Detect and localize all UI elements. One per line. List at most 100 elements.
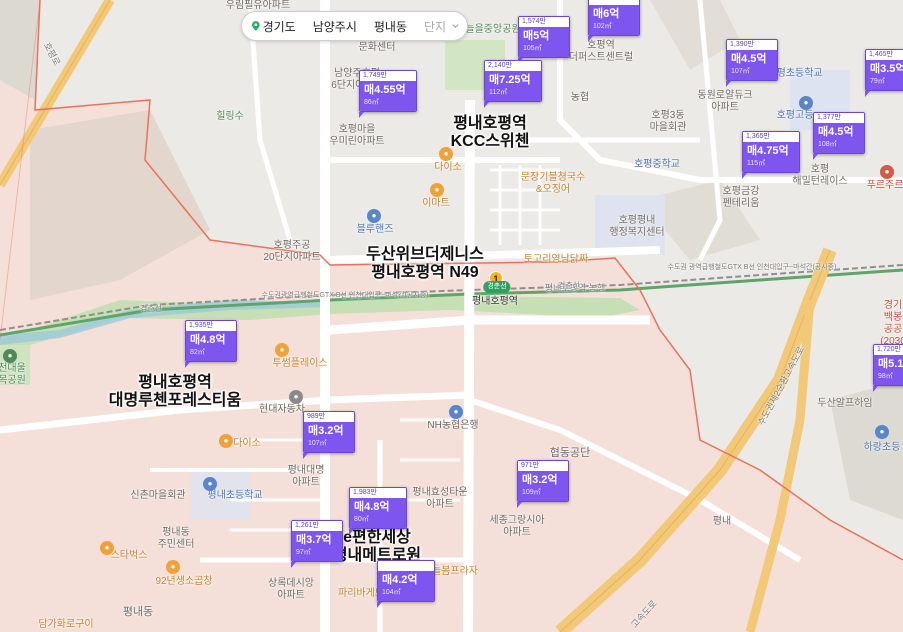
listing-area: 97㎡ <box>296 549 311 556</box>
place-label: 호평평내 행정복지센터 <box>609 215 665 238</box>
chevron-down-icon[interactable] <box>452 22 459 30</box>
listing-marker[interactable]: 2,140만 매7.25억 112㎡ <box>484 60 542 108</box>
place-label: 호평중학교 <box>634 159 680 170</box>
place-label: 92년생소곱창 <box>155 576 213 587</box>
complex-select[interactable]: 단지 <box>424 18 446 35</box>
place-label: 호평 해밀턴레이스 <box>792 164 848 187</box>
listing-area: 80㎡ <box>354 516 369 523</box>
place-label: 이마트 <box>422 198 450 209</box>
place-label: 하랑초등 <box>863 442 901 453</box>
car-dealer-icon[interactable]: ● <box>289 390 303 404</box>
car-service-icon[interactable]: ● <box>367 209 381 223</box>
listing-price: 매3.5억 <box>870 63 903 75</box>
shopping-icon[interactable]: ● <box>219 434 233 448</box>
listing-price: 매5.1 <box>878 358 903 370</box>
place-label: 농협 <box>570 92 590 103</box>
place-label: 평내초등학교 <box>207 490 263 501</box>
place-label: 투썸플레이스 <box>272 358 328 369</box>
listing-area: 105㎡ <box>523 45 542 52</box>
place-label: 경기 백봉 공공 (2030 <box>880 300 903 347</box>
place-label: 늘을중앙공원 <box>465 24 521 35</box>
listing-price: 매4.75억 <box>747 145 789 157</box>
place-label: 상록데시앙 아파트 <box>268 578 314 601</box>
place-label: 세종그랑시아 아파트 <box>489 515 545 538</box>
listing-price: 매4.5억 <box>818 126 854 138</box>
place-label: 현대자동차 <box>259 404 305 415</box>
listing-marker[interactable]: 1,390만 매4.5억 107㎡ <box>726 39 778 87</box>
place-label: 평내동 주민센터 <box>157 527 195 550</box>
listing-marker[interactable]: 1,365만 매4.75억 115㎡ <box>742 131 800 179</box>
listing-marker[interactable]: 1,465만 매3.5억 79㎡ <box>865 49 903 97</box>
price-per-area: 1,720만 <box>874 345 903 355</box>
marker-pointer <box>742 173 747 179</box>
place-label: 다이소 <box>434 162 462 173</box>
marker-pointer <box>813 154 818 160</box>
marker-pointer <box>349 529 354 535</box>
listing-price: 매4.8억 <box>190 334 226 346</box>
place-label: 호평금강 펜테리움 <box>722 186 760 209</box>
place-label: NH농협은행 <box>427 420 479 431</box>
map-base-layer <box>0 0 903 632</box>
cafe-icon[interactable]: ● <box>100 541 114 555</box>
place-label: 호평3동 마을회관 <box>649 110 687 133</box>
shopping-icon[interactable]: ● <box>430 183 444 197</box>
listing-marker[interactable]: 989만 매3.2억 107㎡ <box>303 411 355 459</box>
listing-marker[interactable]: 매6억 102㎡ <box>588 0 640 42</box>
place-label: 호평주공 20단지아파트 <box>263 240 321 263</box>
place-label: 다이소 <box>233 438 261 449</box>
marker-pointer <box>865 91 870 97</box>
restaurant-icon[interactable]: ● <box>880 165 894 179</box>
listing-price: 매5억 <box>523 30 550 42</box>
listing-price: 매4.5억 <box>731 53 767 65</box>
breadcrumb-dong[interactable]: 평내동 <box>374 18 407 35</box>
price-per-area: 2,140만 <box>485 61 541 71</box>
place-label: 블루핸즈 <box>356 224 394 235</box>
listing-area: 115㎡ <box>747 160 766 167</box>
complex-name[interactable]: 평내호평역 대명루첸포레스티움 <box>109 374 241 410</box>
breadcrumb-province[interactable]: 경기도 <box>263 18 296 35</box>
place-label: 평내동 <box>122 606 154 618</box>
rail-label: 수도권 광역급행철도GTX B선 인천대입구~마석간(공사중) <box>667 264 837 271</box>
listing-marker[interactable]: 1,983만 매4.8억 80㎡ <box>349 487 407 535</box>
place-label: 토고리영남닭짜 <box>523 254 589 265</box>
restaurant-icon[interactable]: ● <box>166 560 180 574</box>
listing-marker[interactable]: 1,935만 매4.8억 82㎡ <box>185 320 237 368</box>
place-label: 평내대명 아파트 <box>287 465 325 488</box>
price-per-area: 1,935만 <box>186 321 236 331</box>
listing-price: 매4.8억 <box>354 501 390 513</box>
complex-name[interactable]: 두산위브더제니스 평내호평역 N49 <box>366 246 484 282</box>
listing-marker[interactable]: 1,261만 매3.7억 97㎡ <box>291 520 343 568</box>
listing-marker[interactable]: 1,377만 매4.5억 108㎡ <box>813 112 865 160</box>
breadcrumb-city[interactable]: 남양주시 <box>313 18 357 35</box>
listing-marker[interactable]: 1,720만 매5.1 98㎡ <box>873 344 903 392</box>
listing-marker[interactable]: 971만 매3.2억 109㎡ <box>517 460 569 508</box>
listing-marker[interactable]: 1,749만 매4.55억 86㎡ <box>359 70 417 118</box>
place-label: 천대울 목공원 <box>0 363 26 386</box>
listing-area: 79㎡ <box>870 78 885 85</box>
map-canvas[interactable]: 우림필유아파트 늘을중앙공원 문화센터 남양주호평 6단지아파트 호평마을 우미… <box>0 0 903 632</box>
listing-price: 매3.2억 <box>522 474 558 486</box>
listing-marker[interactable]: 매4.2억 104㎡ <box>377 560 435 608</box>
complex-name[interactable]: 평내호평역 KCC스위첸 <box>451 115 530 151</box>
listing-area: 109㎡ <box>522 489 541 496</box>
school-icon[interactable]: ● <box>799 96 813 110</box>
school-icon[interactable]: ● <box>203 477 217 491</box>
place-label: 문장기블쳥국수 &오징어 <box>520 172 586 195</box>
park-icon[interactable]: ● <box>3 349 17 363</box>
bank-icon[interactable]: ● <box>449 405 463 419</box>
price-per-area <box>378 561 434 571</box>
marker-pointer <box>484 102 489 108</box>
school-icon[interactable]: ● <box>875 425 889 439</box>
listing-price: 매4.2억 <box>382 574 418 586</box>
rail-label: 경춘선 <box>139 304 163 313</box>
cafe-icon[interactable]: ● <box>275 343 289 357</box>
location-breadcrumb: 경기도 남양주시 평내동 단지 <box>241 11 468 41</box>
listing-marker[interactable]: 1,574만 매5억 105㎡ <box>518 16 570 64</box>
listing-area: 104㎡ <box>382 589 401 596</box>
price-per-area: 1,261만 <box>292 521 342 531</box>
listing-area: 82㎡ <box>190 349 205 356</box>
station-label: 평내호평역 <box>472 296 518 307</box>
listing-price: 매3.7억 <box>296 534 332 546</box>
price-per-area: 971만 <box>518 461 568 471</box>
place-label: 호평고등 <box>776 110 814 121</box>
